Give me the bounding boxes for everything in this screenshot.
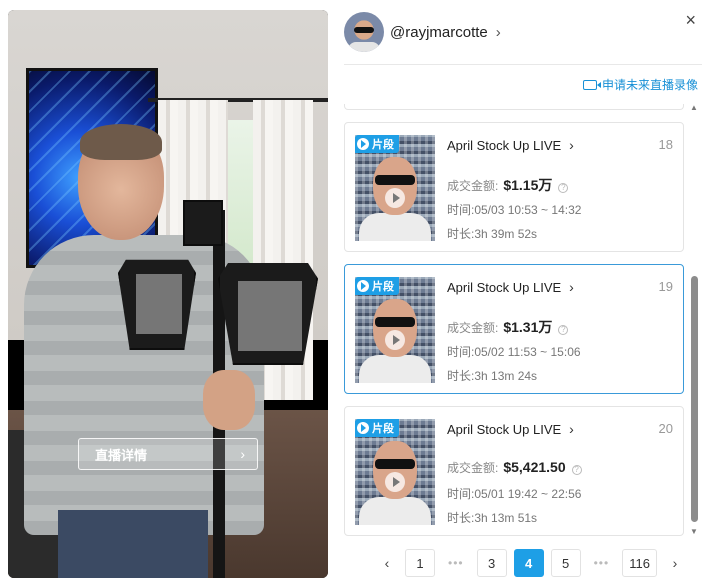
video-camera-icon [582,79,601,90]
replay-duration: 时长:3h 13m 51s [447,511,538,525]
gmv-label: 成交金额: [447,179,499,193]
gmv-label: 成交金额: [447,461,499,475]
clip-badge: 片段 [355,277,399,295]
list-scrollbar[interactable]: ▲ ▼ [690,104,698,536]
replay-card-19[interactable]: 片段 April Stock Up LIVE › 19 成交金额: $1.31万… [344,264,684,394]
live-video-player[interactable]: 直播详情 › [8,10,328,578]
page-button-current[interactable]: 4 [513,549,544,577]
info-icon[interactable]: ? [558,325,569,335]
replay-card-18[interactable]: 片段 April Stock Up LIVE › 18 成交金额: $1.15万… [344,122,684,252]
replay-time: 时间:05/03 10:53 ~ 14:32 [447,203,582,217]
page-button[interactable]: 3 [476,549,507,577]
replay-title-link[interactable]: April Stock Up LIVE › [447,421,574,437]
list-item[interactable] [344,104,684,110]
avatar[interactable] [344,12,384,52]
play-circle-icon [357,138,369,150]
chevron-right-icon: › [569,421,574,437]
chevron-right-icon: › [569,137,574,153]
replay-time: 时间:05/02 11:53 ~ 15:06 [447,345,581,359]
replay-duration: 时长:3h 13m 24s [447,369,538,383]
replay-list[interactable]: 片段 April Stock Up LIVE › 18 成交金额: $1.15万… [336,104,710,536]
username[interactable]: @rayjmarcotte [390,24,488,41]
info-icon[interactable]: ? [571,465,582,475]
play-icon[interactable] [385,330,405,350]
replay-title: April Stock Up LIVE [447,279,562,295]
replay-title: April Stock Up LIVE [447,421,562,437]
scroll-up-arrow-icon[interactable]: ▲ [690,104,698,112]
replay-thumbnail[interactable]: 片段 [355,419,435,525]
page-button[interactable]: 5 [550,549,581,577]
replay-number: 20 [658,421,673,436]
play-circle-icon [357,280,369,292]
page-ellipsis[interactable]: ••• [587,549,616,577]
request-future-replay-label: 申请未来直播录像 [601,78,698,92]
pagination: ‹ 1 ••• 3 4 5 ••• 116 › [376,548,693,578]
profile-header[interactable]: @rayjmarcotte › [344,10,501,54]
replay-time: 时间:05/01 19:42 ~ 22:56 [447,487,582,501]
live-details-label: 直播详情 [95,447,148,463]
clip-badge: 片段 [355,419,399,437]
replay-title-link[interactable]: April Stock Up LIVE › [447,279,574,295]
info-icon[interactable]: ? [558,183,569,193]
gmv-value: $1.15万 [503,177,553,193]
replay-card-20[interactable]: 片段 April Stock Up LIVE › 20 成交金额: $5,421… [344,406,684,536]
header-divider [344,64,702,65]
replay-thumbnail[interactable]: 片段 [355,135,435,241]
play-icon[interactable] [385,472,405,492]
video-frame [8,10,328,578]
gmv-value: $5,421.50 [503,459,566,475]
clip-badge: 片段 [355,135,399,153]
replay-panel: @rayjmarcotte › × 申请未来直播录像 片段 April Stoc… [336,0,710,582]
live-details-button[interactable]: 直播详情 › [78,438,258,470]
scrollbar-thumb[interactable] [691,276,698,522]
scroll-down-arrow-icon[interactable]: ▼ [690,528,698,536]
page-button-last[interactable]: 116 [622,549,657,577]
gmv-label: 成交金额: [447,321,499,335]
gmv-value: $1.31万 [503,319,553,335]
replay-thumbnail[interactable]: 片段 [355,277,435,383]
replay-title: April Stock Up LIVE [447,137,562,153]
page-ellipsis[interactable]: ••• [442,549,470,577]
chevron-right-icon[interactable]: › [496,24,501,41]
chevron-right-icon: › [240,446,245,462]
close-icon[interactable]: × [685,10,696,31]
gmv-row: 成交金额: $1.15万 ? [447,175,569,195]
play-icon[interactable] [385,188,405,208]
request-future-replay-link[interactable]: 申请未来直播录像 [582,76,698,93]
next-page-button[interactable]: › [663,549,686,577]
prev-page-button[interactable]: ‹ [376,549,398,577]
replay-title-link[interactable]: April Stock Up LIVE › [447,137,574,153]
gmv-row: 成交金额: $5,421.50 ? [447,459,582,476]
replay-number: 18 [658,137,673,152]
chevron-right-icon: › [569,279,574,295]
page-button-first[interactable]: 1 [405,549,435,577]
play-circle-icon [357,422,369,434]
replay-number: 19 [658,279,673,294]
gmv-row: 成交金额: $1.31万 ? [447,317,569,337]
replay-duration: 时长:3h 39m 52s [447,227,538,241]
